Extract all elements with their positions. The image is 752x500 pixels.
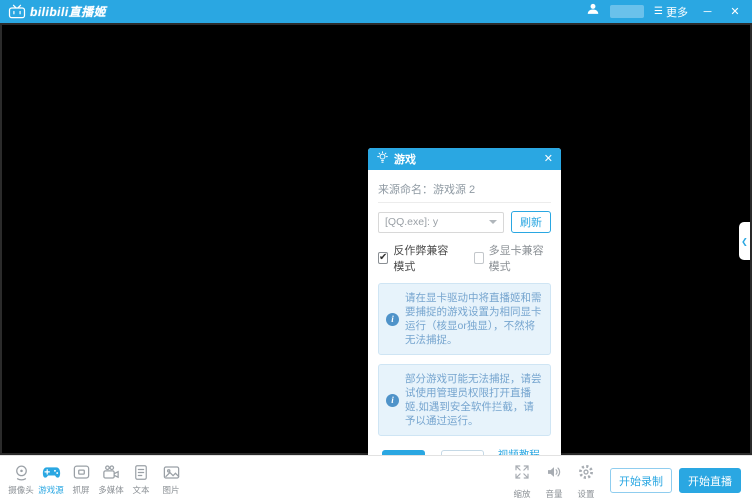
webcam-icon <box>12 463 31 482</box>
multigpu-compat-checkbox[interactable]: 多显卡兼容模式 <box>474 242 552 274</box>
source-media-button[interactable]: 多媒体 <box>96 459 126 496</box>
media-camera-icon <box>101 463 121 482</box>
titlebar: bilibili直播姬 ☰ 更多 ─ ✕ <box>0 0 752 23</box>
dialog-header: 游戏 ✕ <box>368 148 561 170</box>
settings-button[interactable]: 设置 <box>570 459 602 500</box>
checkbox-checked-icon: ✔ <box>378 252 388 264</box>
right-controls: 缩放 音量 设置 <box>506 459 602 500</box>
source-label: 多媒体 <box>98 484 124 496</box>
anticheat-compat-label: 反作弊兼容模式 <box>393 242 455 274</box>
more-menu-button[interactable]: ☰ 更多 <box>654 4 688 20</box>
minimize-button[interactable]: ─ <box>698 6 716 18</box>
user-icon[interactable] <box>586 2 600 21</box>
app-title: bilibili直播姬 <box>30 3 106 20</box>
info-circle-icon: i <box>386 313 399 326</box>
window-close-button[interactable]: ✕ <box>726 5 744 18</box>
settings-gear-icon <box>577 463 595 486</box>
gpu-driver-notice: i 请在显卡驱动中将直播姬和需要捕捉的游戏设置为相同显卡运行（核显or独显），不… <box>378 283 551 355</box>
control-label: 设置 <box>577 488 594 500</box>
zoom-scale-button[interactable]: 缩放 <box>506 459 538 500</box>
game-source-dialog: 游戏 ✕ 来源命名： 游戏源 2 [QQ.exe]: y 刷新 ✔ 反作弊兼容模… <box>368 148 561 486</box>
username-placeholder[interactable] <box>610 5 644 18</box>
more-label: 更多 <box>666 4 688 20</box>
panel-collapse-tab[interactable]: ❮ <box>739 222 750 260</box>
control-label: 音量 <box>545 488 562 500</box>
source-webcam-button[interactable]: 摄像头 <box>6 459 36 496</box>
dialog-close-button[interactable]: ✕ <box>544 154 553 165</box>
app-window: bilibili直播姬 ☰ 更多 ─ ✕ ❮ <box>0 0 752 500</box>
process-select-value: [QQ.exe]: y <box>385 216 438 228</box>
process-select[interactable]: [QQ.exe]: y <box>378 212 504 233</box>
start-stream-button[interactable]: 开始直播 <box>679 468 741 493</box>
source-game-button[interactable]: 游戏源 <box>36 459 66 496</box>
screen-capture-icon <box>72 463 91 482</box>
source-name-row: 来源命名： 游戏源 2 <box>378 176 551 203</box>
expand-icon <box>513 463 531 486</box>
source-label: 抓屏 <box>72 484 89 496</box>
bottom-toolbar: 摄像头 游戏源 <box>0 455 752 500</box>
info-circle-icon: i <box>386 394 399 407</box>
source-label: 文本 <box>132 484 149 496</box>
tv-logo-icon <box>8 4 26 19</box>
source-label: 游戏源 <box>38 484 64 496</box>
checkbox-unchecked-icon <box>474 252 484 264</box>
source-screen-capture-button[interactable]: 抓屏 <box>66 459 96 496</box>
volume-icon <box>545 463 563 486</box>
text-source-icon <box>132 463 150 482</box>
source-name-input[interactable]: 游戏源 2 <box>433 181 551 197</box>
hamburger-icon: ☰ <box>654 6 663 17</box>
control-label: 缩放 <box>513 488 530 500</box>
source-label: 摄像头 <box>8 484 34 496</box>
gamepad-icon <box>41 463 62 482</box>
source-buttons: 摄像头 游戏源 <box>6 459 186 496</box>
collapse-chevron-icon: ❮ <box>741 237 748 246</box>
volume-button[interactable]: 音量 <box>538 459 570 500</box>
source-label: 图片 <box>162 484 179 496</box>
app-logo: bilibili直播姬 <box>8 3 106 20</box>
refresh-button[interactable]: 刷新 <box>511 211 551 233</box>
bulb-tip-icon <box>376 150 389 169</box>
anticheat-compat-checkbox[interactable]: ✔ 反作弊兼容模式 <box>378 242 456 274</box>
source-text-button[interactable]: 文本 <box>126 459 156 496</box>
multigpu-compat-label: 多显卡兼容模式 <box>489 242 551 274</box>
start-record-button[interactable]: 开始录制 <box>610 468 672 493</box>
chevron-down-icon <box>489 220 497 224</box>
image-source-icon <box>162 463 181 482</box>
admin-rights-notice: i 部分游戏可能无法捕捉，请尝试使用管理员权限打开直播姬,如遇到安全软件拦截，请… <box>378 364 551 436</box>
source-name-label: 来源命名： <box>378 181 433 197</box>
gpu-driver-notice-text: 请在显卡驱动中将直播姬和需要捕捉的游戏设置为相同显卡运行（核显or独显），不然将… <box>405 291 543 347</box>
source-image-button[interactable]: 图片 <box>156 459 186 496</box>
admin-rights-notice-text: 部分游戏可能无法捕捉，请尝试使用管理员权限打开直播姬,如遇到安全软件拦截，请予以… <box>405 372 543 428</box>
dialog-title: 游戏 <box>394 151 416 167</box>
